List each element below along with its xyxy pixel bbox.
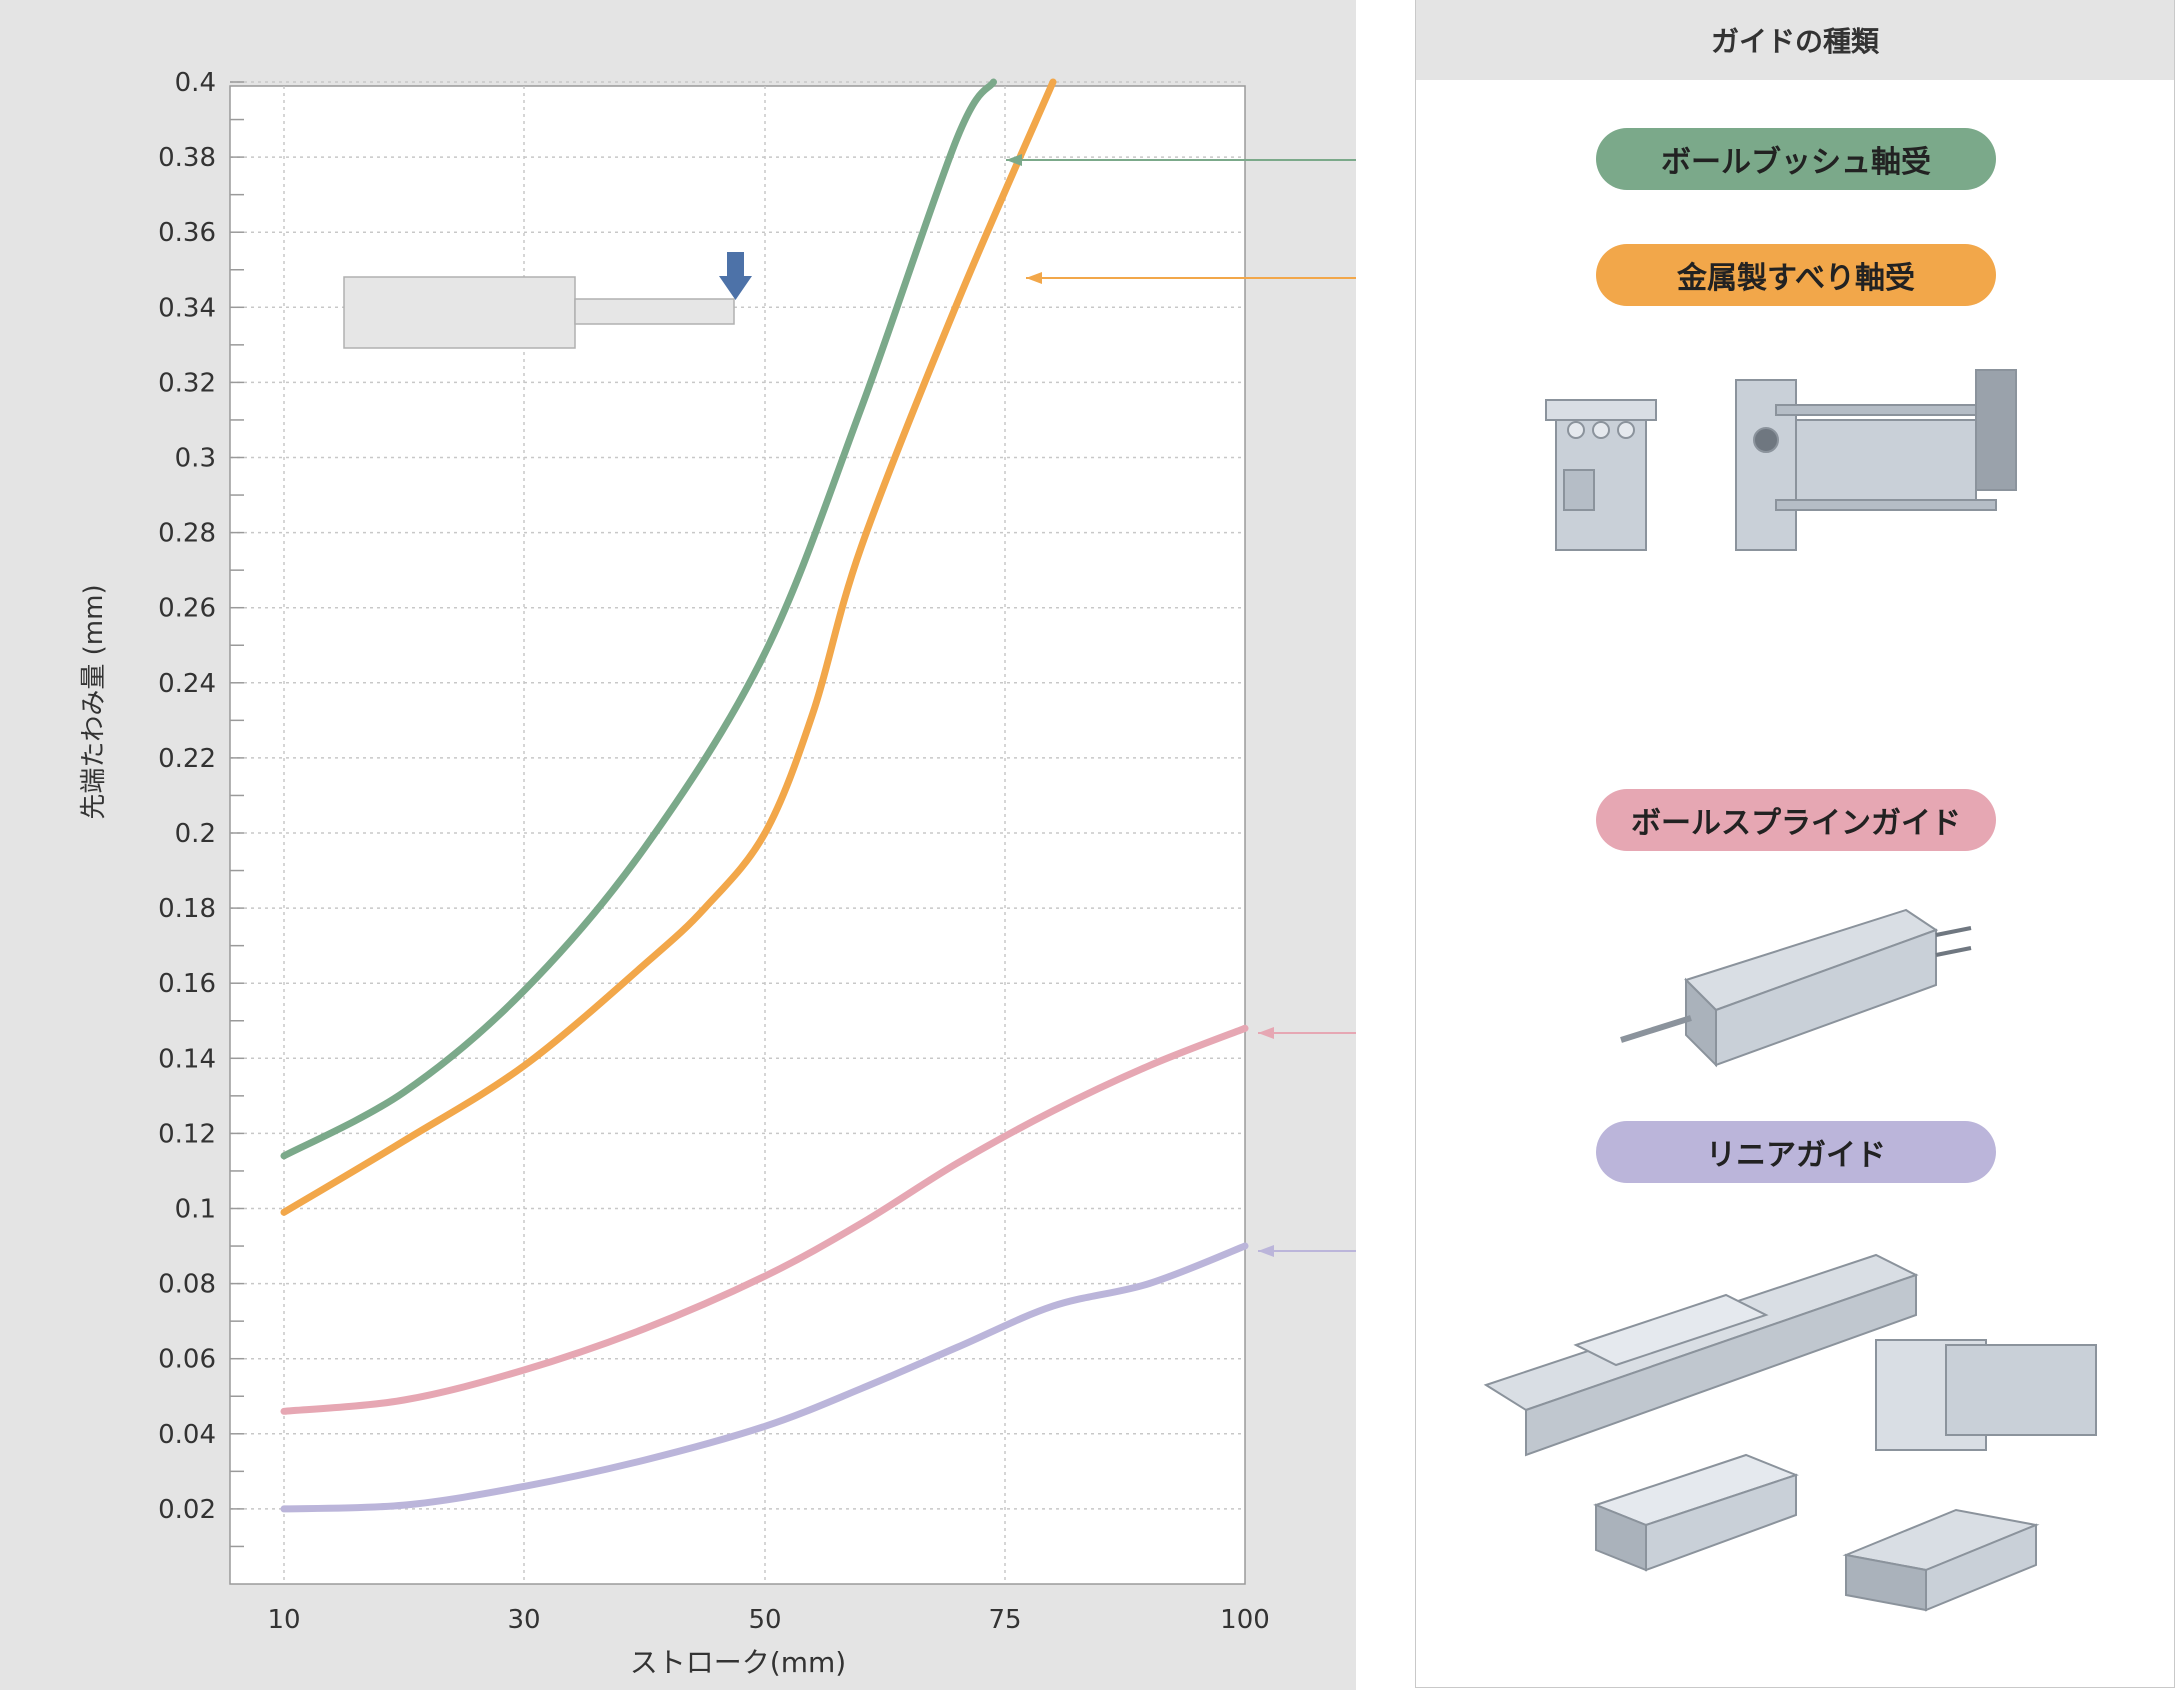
y-tick-label: 0.4 (175, 68, 216, 98)
x-axis-label: ストローク(mm) (630, 1646, 846, 1679)
y-tick-label: 0.12 (158, 1119, 216, 1149)
legend-item-ball-bushing: ボールブッシュ軸受 (1596, 128, 1996, 190)
x-tick-label: 75 (988, 1605, 1021, 1635)
y-tick-label: 0.06 (158, 1345, 216, 1375)
legend-item-linear-guide: リニアガイド (1596, 1121, 1996, 1183)
y-tick-label: 0.34 (158, 293, 216, 323)
connector-ball-spline-arrowhead (1258, 1027, 1274, 1039)
diagram-rod (574, 298, 735, 325)
connector-linear-guide (1258, 1245, 1356, 1257)
y-tick-label: 0.36 (158, 218, 216, 248)
x-tick-label: 10 (267, 1605, 300, 1635)
y-tick-label: 0.3 (175, 444, 216, 474)
connector-ball-spline (1258, 1027, 1356, 1039)
y-tick-label: 0.38 (158, 143, 216, 173)
y-tick-label: 0.14 (158, 1044, 216, 1074)
y-tick-label: 0.28 (158, 519, 216, 549)
y-tick-label: 0.02 (158, 1495, 216, 1525)
legend-panel: ガイドの種類 ボールブッシュ軸受 金属製すべり軸受 ボールスプラインガイド リニ… (1415, 0, 2175, 1688)
chart-panel: 0.02 0.04 0.06 0.08 0.1 0.12 0.14 0.16 0.18 0.2 0.… (0, 0, 1356, 1690)
legend-item-ball-spline: ボールスプラインガイド (1596, 789, 1996, 851)
y-axis-label: 先端たわみ量 (mm) (79, 584, 109, 819)
y-tick-label: 0.22 (158, 744, 216, 774)
deflection-chart: 0.02 0.04 0.06 0.08 0.1 0.12 0.14 0.16 0.18 0.2 0.… (79, 68, 1356, 1679)
y-tick-label: 0.24 (158, 669, 216, 699)
y-tick-label: 0.08 (158, 1270, 216, 1300)
x-tick-label: 100 (1220, 1605, 1270, 1635)
connector-ball-spline-line (1258, 1032, 1356, 1034)
linear-guide-product-image (1483, 1253, 2097, 1612)
y-tick-label: 0.16 (158, 969, 216, 999)
legend-header: ガイドの種類 (1416, 0, 2174, 80)
x-tick-label: 30 (507, 1605, 540, 1635)
x-tick-label: 50 (748, 1605, 781, 1635)
legend-item-metal-bearing: 金属製すべり軸受 (1596, 244, 1996, 306)
x-ticks: 10 30 50 75 100 (267, 1605, 1269, 1635)
y-tick-label: 0.1 (175, 1195, 216, 1225)
y-tick-label: 0.26 (158, 594, 216, 624)
connector-linear-guide-line (1258, 1250, 1356, 1252)
y-tick-label: 0.2 (175, 819, 216, 849)
ball-spline-product-image (1620, 908, 1972, 1068)
connector-linear-guide-arrowhead (1258, 1245, 1274, 1257)
y-tick-label: 0.18 (158, 894, 216, 924)
y-tick-label: 0.32 (158, 368, 216, 398)
diagram-body (343, 276, 576, 349)
guide-cylinder-product-image (1545, 369, 2017, 551)
y-tick-label: 0.04 (158, 1420, 216, 1450)
